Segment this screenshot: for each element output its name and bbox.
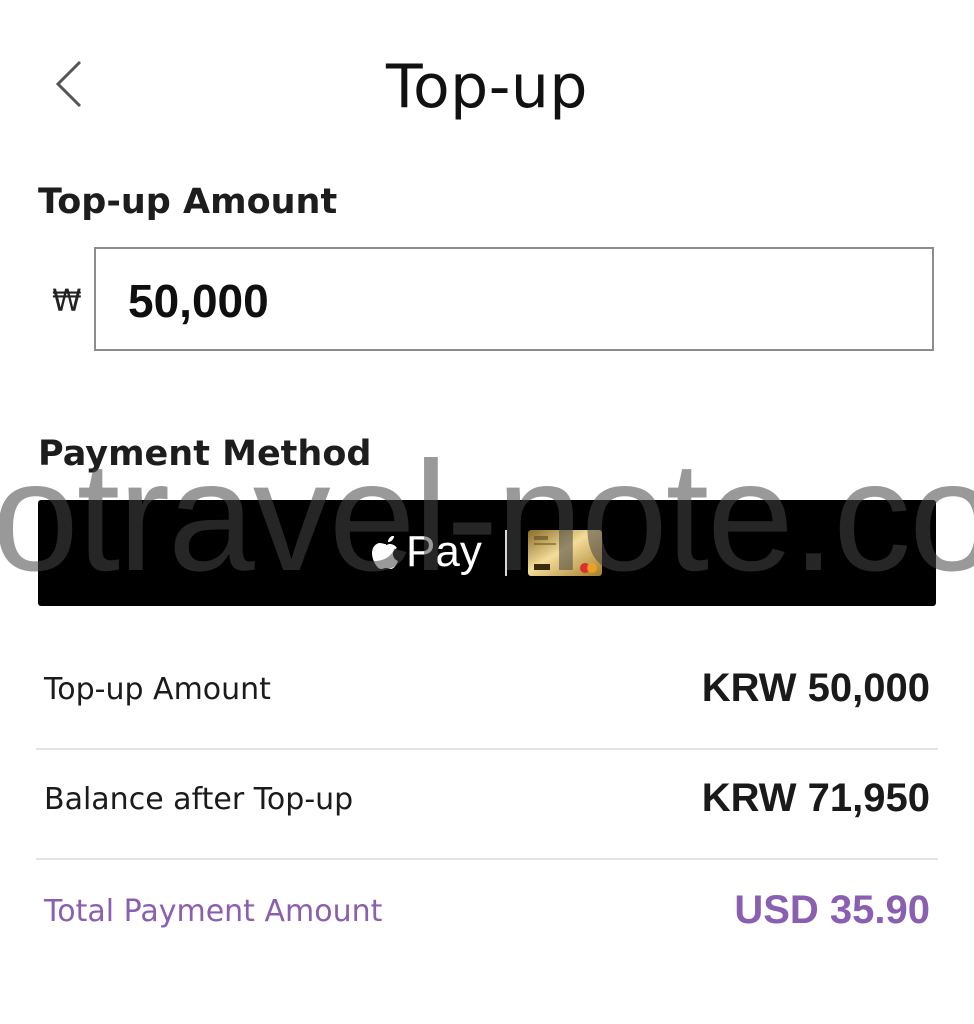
summary-label: Total Payment Amount	[44, 894, 383, 929]
summary-value: KRW 50,000	[701, 666, 930, 710]
page-title: Top-up	[385, 52, 588, 122]
summary-label: Balance after Top-up	[44, 782, 354, 817]
summary-label: Top-up Amount	[44, 672, 271, 707]
summary-row-top-up-amount: Top-up Amount KRW 50,000	[36, 640, 938, 750]
summary-row-total: Total Payment Amount USD 35.90	[36, 862, 938, 972]
summary-value: KRW 71,950	[701, 776, 930, 820]
currency-symbol: ₩	[52, 284, 82, 319]
header: Top-up	[0, 0, 974, 170]
watermark: otravel-note.co	[0, 430, 974, 604]
summary-value: USD 35.90	[734, 888, 930, 932]
divider	[36, 858, 938, 860]
amount-input[interactable]	[128, 275, 908, 327]
summary-row-balance: Balance after Top-up KRW 71,950	[36, 750, 938, 860]
amount-field[interactable]	[94, 247, 934, 351]
top-up-amount-label: Top-up Amount	[38, 182, 338, 222]
